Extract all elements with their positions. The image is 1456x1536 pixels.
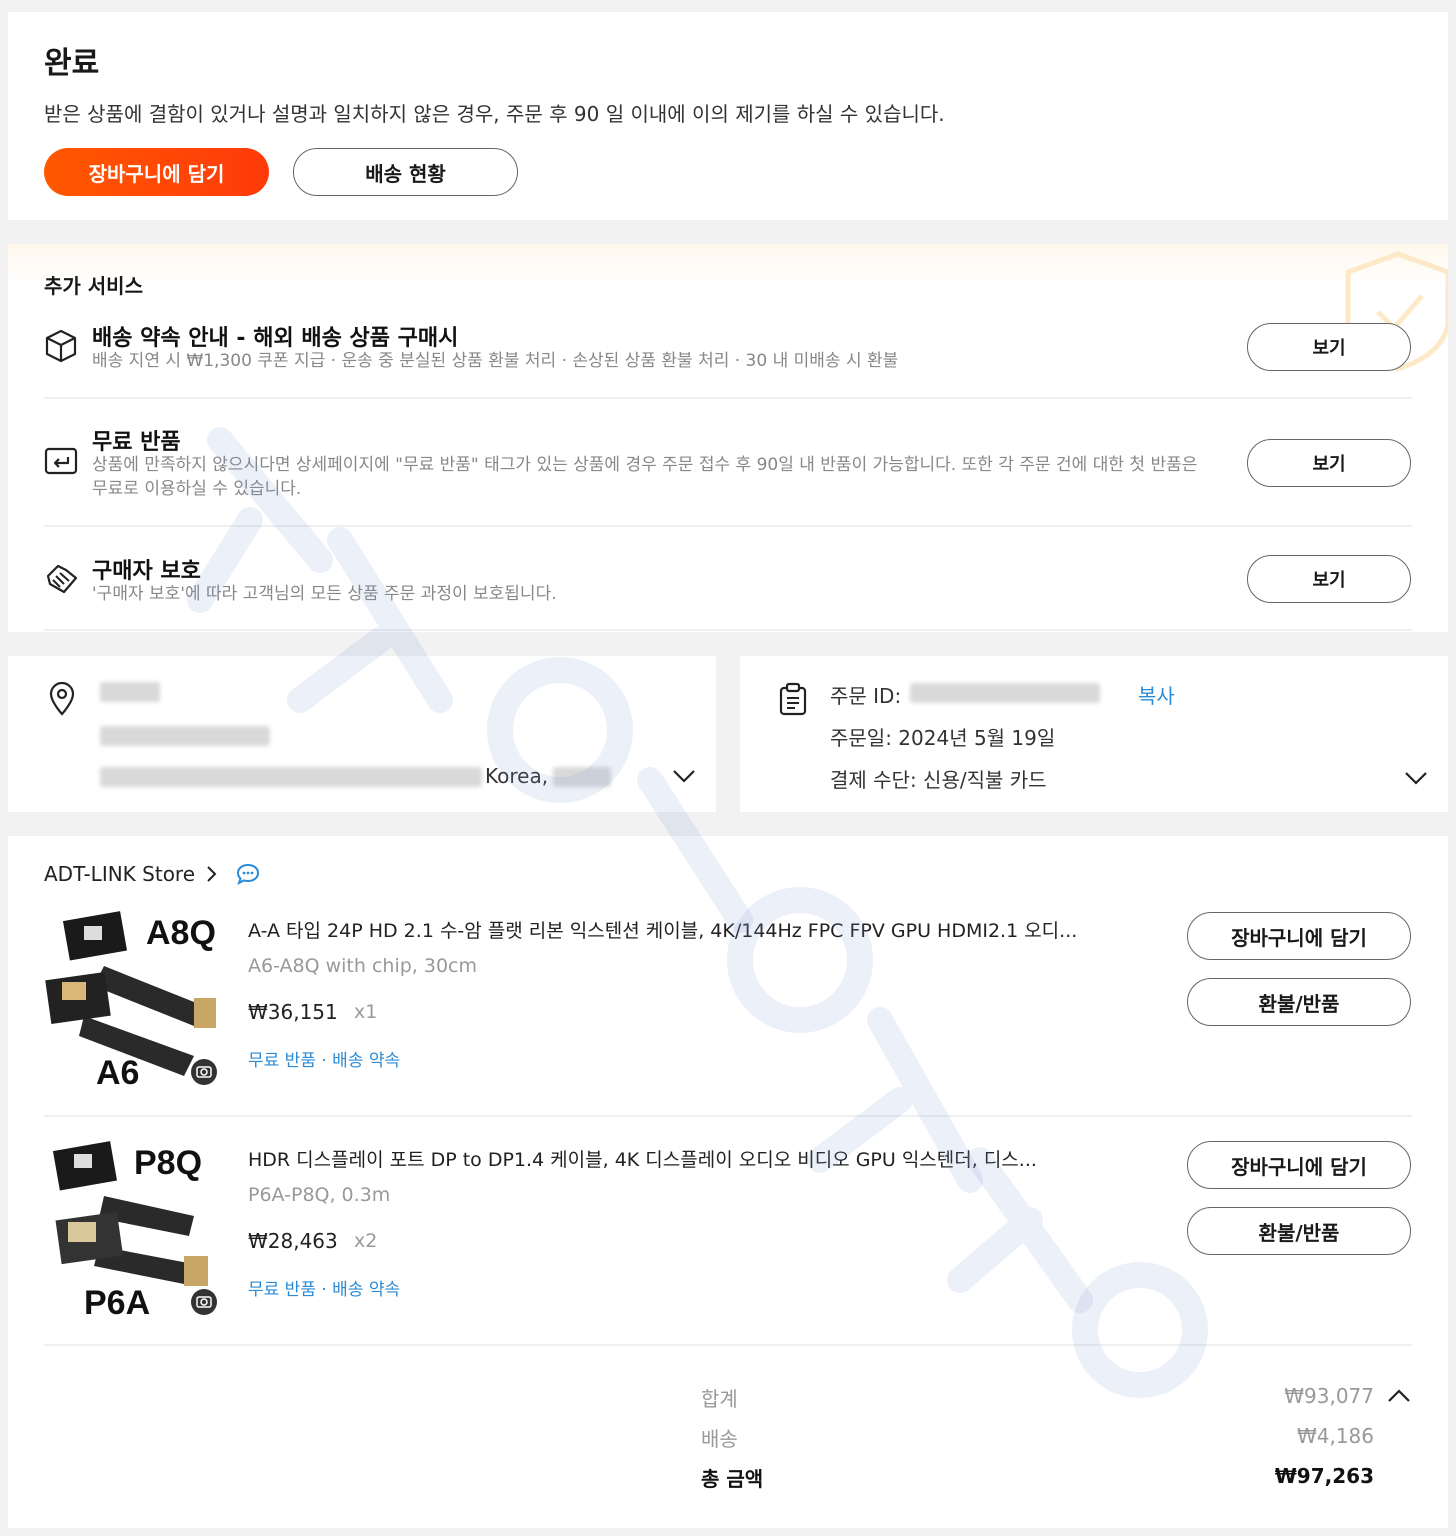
subtotal-value: ₩93,077 [1284, 1384, 1374, 1408]
products-card: ADT-LINK Store A8Q A6 A-A 타입 24P HD 2.1 … [8, 836, 1448, 1528]
thumbnail-model-top: A8Q [146, 914, 216, 952]
subtotal-label: 합계 [701, 1387, 738, 1411]
service-title: 무료 반품 [92, 430, 181, 455]
service-view-button[interactable]: 보기 [1247, 323, 1411, 371]
chevron-up-icon[interactable] [1387, 1388, 1411, 1404]
store-link[interactable]: ADT-LINK Store [44, 862, 217, 886]
product-title[interactable]: A-A 타입 24P HD 2.1 수-암 플랫 리본 익스텐션 케이블, 4K… [248, 916, 1138, 943]
product-price: ₩28,463 [248, 1229, 338, 1253]
service-description: 상품에 만족하지 않으시다면 상세페이지에 "무료 반품" 태그가 있는 상품에… [92, 455, 1198, 499]
service-description: 배송 지연 시 ₩1,300 쿠폰 지급 · 운송 중 분실된 상품 환불 처리… [92, 351, 899, 371]
order-id-redacted [910, 683, 1100, 703]
shipping-label: 배송 [701, 1427, 738, 1451]
location-pin-icon [49, 682, 75, 716]
product-thumbnail[interactable]: A8Q A6 [44, 906, 220, 1090]
product-tags: 무료 반품 · 배송 약속 [248, 1280, 401, 1300]
total-value: ₩97,263 [1274, 1464, 1374, 1488]
chevron-down-icon[interactable] [1404, 770, 1428, 786]
order-info-card: 주문 ID: 복사 주문일: 2024년 5월 19일 결제 수단: 신용/직불… [740, 656, 1448, 812]
handshake-icon [46, 564, 78, 594]
address-country: Korea, [485, 764, 549, 788]
add-to-cart-button[interactable]: 장바구니에 담기 [1187, 1141, 1411, 1189]
shipping-value: ₩4,186 [1296, 1424, 1374, 1448]
order-id-label: 주문 ID: [830, 684, 902, 708]
add-to-cart-button[interactable]: 장바구니에 담기 [44, 148, 269, 196]
address-card: Korea, [8, 656, 716, 812]
service-description: '구매자 보호'에 따라 고객님의 모든 상품 주문 과정이 보호됩니다. [92, 584, 557, 604]
payment-method: 결제 수단: 신용/직불 카드 [830, 768, 1047, 792]
divider [44, 629, 1412, 631]
divider [44, 1115, 1412, 1117]
service-title: 배송 약속 안내 - 해외 배송 상품 구매시 [92, 326, 459, 351]
product-quantity: x1 [354, 1001, 378, 1023]
divider [44, 397, 1412, 399]
product-title[interactable]: HDR 디스플레이 포트 DP to DP1.4 케이블, 4K 디스플레이 오… [248, 1145, 1138, 1172]
clipboard-icon [779, 682, 807, 716]
address-redacted [100, 767, 482, 787]
status-card: 완료 받은 상품에 결함이 있거나 설명과 일치하지 않은 경우, 주문 후 9… [8, 12, 1448, 220]
total-label: 총 금액 [701, 1467, 764, 1491]
copy-order-id-button[interactable]: 복사 [1138, 680, 1175, 709]
service-view-button[interactable]: 보기 [1247, 555, 1411, 603]
box-icon [45, 329, 77, 363]
product-thumbnail[interactable]: P8Q P6A [44, 1136, 220, 1320]
thumbnail-model-bottom: A6 [96, 1054, 139, 1090]
product-quantity: x2 [354, 1230, 378, 1252]
store-name: ADT-LINK Store [44, 862, 196, 886]
service-view-button[interactable]: 보기 [1247, 439, 1411, 487]
refund-return-button[interactable]: 환불/반품 [1187, 1207, 1411, 1255]
product-variant: A6-A8Q with chip, 30cm [248, 955, 477, 977]
return-icon [44, 447, 78, 475]
services-heading: 추가 서비스 [44, 274, 143, 298]
divider [44, 1344, 1412, 1346]
chat-icon[interactable] [236, 863, 260, 885]
add-to-cart-button[interactable]: 장바구니에 담기 [1187, 912, 1411, 960]
product-price: ₩36,151 [248, 1000, 338, 1024]
refund-return-button[interactable]: 환불/반품 [1187, 978, 1411, 1026]
thumbnail-model-top: P8Q [134, 1144, 202, 1182]
service-title: 구매자 보호 [92, 559, 201, 584]
services-card: 추가 서비스 배송 약속 안내 - 해외 배송 상품 구매시 배송 지연 시 ₩… [8, 244, 1448, 632]
order-date: 주문일: 2024년 5월 19일 [830, 726, 1056, 750]
recipient-name-redacted [100, 682, 160, 702]
thumbnail-model-bottom: P6A [84, 1284, 150, 1320]
chevron-down-icon[interactable] [672, 768, 696, 784]
status-description: 받은 상품에 결함이 있거나 설명과 일치하지 않은 경우, 주문 후 90 일… [44, 102, 945, 126]
phone-redacted [100, 726, 270, 746]
status-title: 완료 [44, 46, 100, 81]
product-variant: P6A-P8Q, 0.3m [248, 1184, 391, 1206]
chevron-right-icon [207, 866, 217, 882]
product-tags: 무료 반품 · 배송 약속 [248, 1051, 401, 1071]
divider [44, 525, 1412, 527]
postal-code-redacted [553, 767, 611, 787]
tracking-button[interactable]: 배송 현황 [293, 148, 518, 196]
